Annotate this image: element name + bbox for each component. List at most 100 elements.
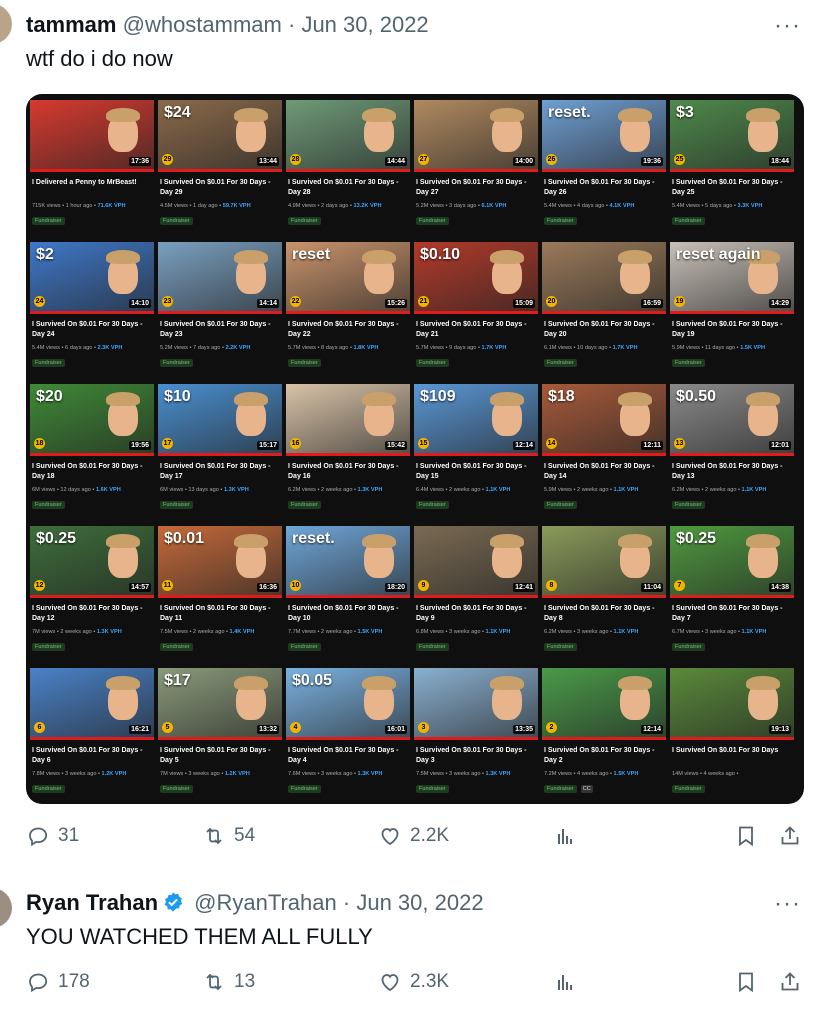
reply-button[interactable]: 31	[26, 824, 79, 848]
avatar[interactable]	[0, 888, 12, 928]
video-thumbnail[interactable]: $3 25 18:44	[670, 100, 794, 172]
video-title[interactable]: I Delivered a Penny to MrBeast!	[32, 178, 152, 198]
video-thumbnail[interactable]: $0.01 11 16:36	[158, 526, 282, 598]
video-card[interactable]: $0.50 13 12:01 I Survived On $0.01 For 30 D…	[670, 384, 794, 522]
author-name[interactable]: Ryan Trahan	[26, 890, 158, 915]
video-title[interactable]: I Survived On $0.01 For 30 Days - Day 4	[288, 746, 408, 766]
video-card[interactable]: 28 14:44 I Survived On $0.01 For 30 Days -…	[286, 100, 410, 238]
video-thumbnail[interactable]: 8 11:04	[542, 526, 666, 598]
video-card[interactable]: $109 15 12:14 I Survived On $0.01 For 30 Da…	[414, 384, 538, 522]
video-thumbnail[interactable]: 16 15:42	[286, 384, 410, 456]
video-title[interactable]: I Survived On $0.01 For 30 Days - Day 8	[544, 604, 664, 624]
video-title[interactable]: I Survived On $0.01 For 30 Days - Day 19	[672, 320, 792, 340]
video-title[interactable]: I Survived On $0.01 For 30 Days - Day 17	[160, 462, 280, 482]
video-title[interactable]: I Survived On $0.01 For 30 Days - Day 3	[416, 746, 536, 766]
like-button[interactable]: 2.2K	[378, 824, 449, 848]
video-title[interactable]: I Survived On $0.01 For 30 Days - Day 21	[416, 320, 536, 340]
video-thumbnail[interactable]: $0.10 21 15:09	[414, 242, 538, 314]
video-title[interactable]: I Survived On $0.01 For 30 Days - Day 7	[672, 604, 792, 624]
views-button[interactable]	[554, 824, 578, 848]
bookmark-button[interactable]	[734, 824, 758, 848]
author-handle[interactable]: @RyanTrahan	[194, 890, 337, 915]
views-button[interactable]	[554, 970, 578, 994]
video-title[interactable]: I Survived On $0.01 For 30 Days - Day 11	[160, 604, 280, 624]
video-title[interactable]: I Survived On $0.01 For 30 Days - Day 6	[32, 746, 152, 766]
video-thumbnail[interactable]: $109 15 12:14	[414, 384, 538, 456]
video-card[interactable]: 20 16:59 I Survived On $0.01 For 30 Days -…	[542, 242, 666, 380]
video-title[interactable]: I Survived On $0.01 For 30 Days - Day 9	[416, 604, 536, 624]
video-card[interactable]: $3 25 18:44 I Survived On $0.01 For 30 Days…	[670, 100, 794, 238]
video-title[interactable]: I Survived On $0.01 For 30 Days	[672, 746, 792, 766]
video-title[interactable]: I Survived On $0.01 For 30 Days - Day 24	[32, 320, 152, 340]
video-card[interactable]: 23 14:14 I Survived On $0.01 For 30 Days -…	[158, 242, 282, 380]
video-thumbnail[interactable]: 19:13	[670, 668, 794, 740]
video-card[interactable]: reset. 26 19:36 I Survived On $0.01 For 30 …	[542, 100, 666, 238]
video-title[interactable]: I Survived On $0.01 For 30 Days - Day 14	[544, 462, 664, 482]
video-card[interactable]: $0.10 21 15:09 I Survived On $0.01 For 30 D…	[414, 242, 538, 380]
tweet-date[interactable]: · Jun 30, 2022	[288, 12, 429, 37]
retweet-button[interactable]: 54	[202, 824, 255, 848]
video-title[interactable]: I Survived On $0.01 For 30 Days - Day 25	[672, 178, 792, 198]
video-title[interactable]: I Survived On $0.01 For 30 Days - Day 23	[160, 320, 280, 340]
media-image[interactable]: 17:36 I Delivered a Penny to MrBeast! 715K…	[26, 94, 804, 804]
video-title[interactable]: I Survived On $0.01 For 30 Days - Day 20	[544, 320, 664, 340]
video-thumbnail[interactable]: 28 14:44	[286, 100, 410, 172]
video-card[interactable]: reset. 10 18:20 I Survived On $0.01 For 30 …	[286, 526, 410, 664]
video-title[interactable]: I Survived On $0.01 For 30 Days - Day 5	[160, 746, 280, 766]
video-thumbnail[interactable]: reset again 19 14:29	[670, 242, 794, 314]
video-thumbnail[interactable]: 2 12:14	[542, 668, 666, 740]
bookmark-button[interactable]	[734, 970, 758, 994]
video-card[interactable]: $0.25 12 14:57 I Survived On $0.01 For 30 D…	[30, 526, 154, 664]
video-card[interactable]: 16 15:42 I Survived On $0.01 For 30 Days -…	[286, 384, 410, 522]
video-thumbnail[interactable]: $10 17 15:17	[158, 384, 282, 456]
video-thumbnail[interactable]: 20 16:59	[542, 242, 666, 314]
tweet-date[interactable]: · Jun 30, 2022	[343, 890, 484, 915]
video-title[interactable]: I Survived On $0.01 For 30 Days - Day 29	[160, 178, 280, 198]
video-card[interactable]: 8 11:04 I Survived On $0.01 For 30 Days - …	[542, 526, 666, 664]
video-title[interactable]: I Survived On $0.01 For 30 Days - Day 22	[288, 320, 408, 340]
video-title[interactable]: I Survived On $0.01 For 30 Days - Day 27	[416, 178, 536, 198]
more-options-icon[interactable]: ···	[774, 12, 801, 40]
share-button[interactable]	[778, 824, 802, 848]
video-card[interactable]: $10 17 15:17 I Survived On $0.01 For 30 Day…	[158, 384, 282, 522]
video-title[interactable]: I Survived On $0.01 For 30 Days - Day 12	[32, 604, 152, 624]
video-thumbnail[interactable]: 3 13:35	[414, 668, 538, 740]
video-card[interactable]: 27 14:00 I Survived On $0.01 For 30 Days -…	[414, 100, 538, 238]
video-thumbnail[interactable]: $24 29 13:44	[158, 100, 282, 172]
video-thumbnail[interactable]: $18 14 12:11	[542, 384, 666, 456]
video-title[interactable]: I Survived On $0.01 For 30 Days - Day 28	[288, 178, 408, 198]
video-card[interactable]: 3 13:35 I Survived On $0.01 For 30 Days - …	[414, 668, 538, 804]
reply-button[interactable]: 178	[26, 970, 90, 994]
video-card[interactable]: $0.25 7 14:38 I Survived On $0.01 For 30 Da…	[670, 526, 794, 664]
video-card[interactable]: $18 14 12:11 I Survived On $0.01 For 30 Day…	[542, 384, 666, 522]
video-title[interactable]: I Survived On $0.01 For 30 Days - Day 16	[288, 462, 408, 482]
video-card[interactable]: 9 12:41 I Survived On $0.01 For 30 Days - …	[414, 526, 538, 664]
more-options-icon[interactable]: ···	[774, 890, 801, 918]
retweet-button[interactable]: 13	[202, 970, 255, 994]
video-title[interactable]: I Survived On $0.01 For 30 Days - Day 15	[416, 462, 536, 482]
video-thumbnail[interactable]: reset 22 15:26	[286, 242, 410, 314]
video-thumbnail[interactable]: reset. 26 19:36	[542, 100, 666, 172]
video-card[interactable]: 19:13 I Survived On $0.01 For 30 Days 14M …	[670, 668, 794, 804]
video-thumbnail[interactable]: 17:36	[30, 100, 154, 172]
video-card[interactable]: $24 29 13:44 I Survived On $0.01 For 30 Day…	[158, 100, 282, 238]
video-thumbnail[interactable]: $2 24 14:10	[30, 242, 154, 314]
author-name[interactable]: tammam	[26, 12, 116, 37]
video-thumbnail[interactable]: $0.05 4 16:01	[286, 668, 410, 740]
video-card[interactable]: 17:36 I Delivered a Penny to MrBeast! 715K…	[30, 100, 154, 238]
video-thumbnail[interactable]: $17 5 13:32	[158, 668, 282, 740]
video-thumbnail[interactable]: $0.50 13 12:01	[670, 384, 794, 456]
video-title[interactable]: I Survived On $0.01 For 30 Days - Day 10	[288, 604, 408, 624]
video-card[interactable]: $0.05 4 16:01 I Survived On $0.01 For 30 Da…	[286, 668, 410, 804]
video-title[interactable]: I Survived On $0.01 For 30 Days - Day 18	[32, 462, 152, 482]
video-card[interactable]: 2 12:14 I Survived On $0.01 For 30 Days - …	[542, 668, 666, 804]
video-thumbnail[interactable]: 9 12:41	[414, 526, 538, 598]
video-thumbnail[interactable]: 23 14:14	[158, 242, 282, 314]
video-card[interactable]: $0.01 11 16:36 I Survived On $0.01 For 30 D…	[158, 526, 282, 664]
video-thumbnail[interactable]: $20 18 19:56	[30, 384, 154, 456]
video-card[interactable]: 6 16:21 I Survived On $0.01 For 30 Days - …	[30, 668, 154, 804]
video-thumbnail[interactable]: 6 16:21	[30, 668, 154, 740]
video-card[interactable]: reset again 19 14:29 I Survived On $0.01 Fo…	[670, 242, 794, 380]
video-thumbnail[interactable]: $0.25 7 14:38	[670, 526, 794, 598]
like-button[interactable]: 2.3K	[378, 970, 449, 994]
